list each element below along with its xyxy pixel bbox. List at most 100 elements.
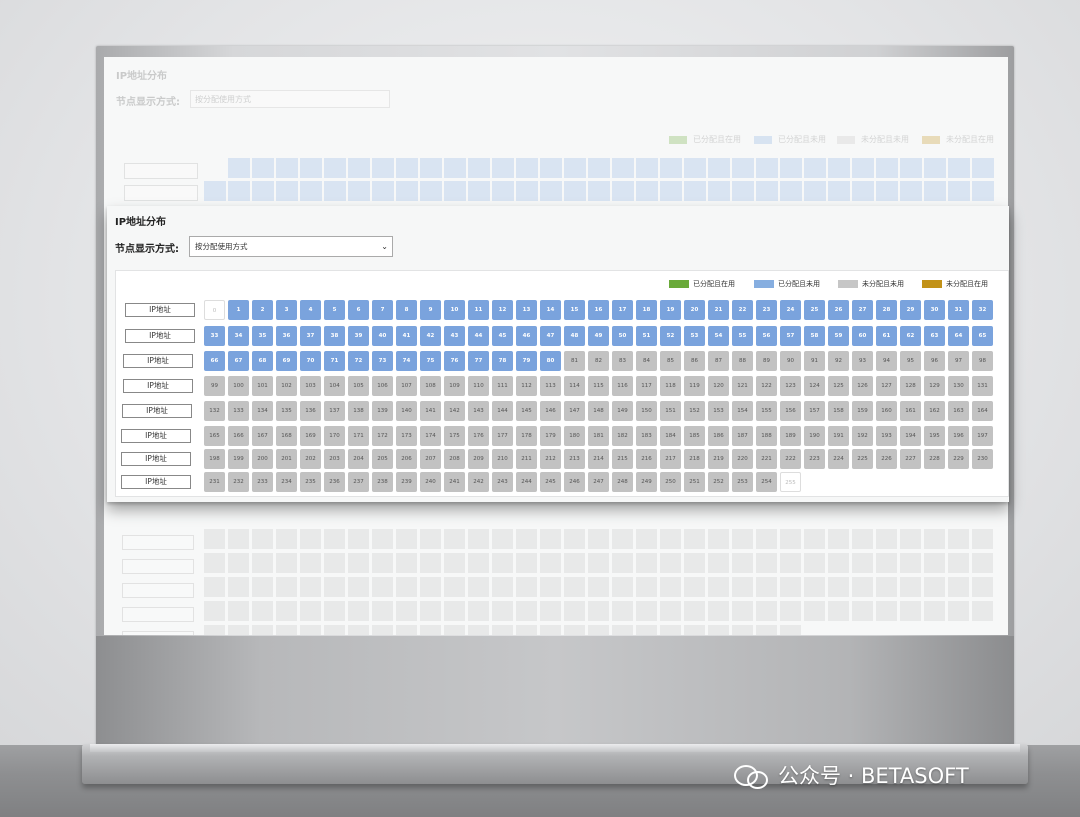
ip-cell[interactable]: 153 <box>708 401 729 421</box>
ip-cell[interactable]: 80 <box>540 351 561 371</box>
ip-cell[interactable]: 218 <box>684 449 705 469</box>
ip-cell[interactable]: 56 <box>756 326 777 346</box>
ip-cell[interactable]: 40 <box>372 326 393 346</box>
ip-cell[interactable]: 248 <box>612 472 633 492</box>
ip-cell[interactable]: 235 <box>300 472 321 492</box>
ip-cell[interactable]: 119 <box>684 376 705 396</box>
ip-cell[interactable]: 54 <box>708 326 729 346</box>
ip-cell[interactable]: 185 <box>684 426 705 446</box>
ip-cell[interactable]: 100 <box>228 376 249 396</box>
ip-cell[interactable]: 78 <box>492 351 513 371</box>
ip-cell[interactable]: 62 <box>900 326 921 346</box>
ip-cell[interactable]: 127 <box>876 376 897 396</box>
ip-cell[interactable]: 246 <box>564 472 585 492</box>
ip-cell[interactable]: 43 <box>444 326 465 346</box>
ip-cell[interactable]: 88 <box>732 351 753 371</box>
ip-cell[interactable]: 46 <box>516 326 537 346</box>
ip-cell[interactable]: 101 <box>252 376 273 396</box>
ip-cell[interactable]: 170 <box>324 426 345 446</box>
ip-cell[interactable]: 140 <box>396 401 417 421</box>
ip-cell[interactable]: 41 <box>396 326 417 346</box>
ip-cell[interactable]: 45 <box>492 326 513 346</box>
ip-cell[interactable]: 95 <box>900 351 921 371</box>
ip-cell[interactable]: 107 <box>396 376 417 396</box>
ip-cell[interactable]: 85 <box>660 351 681 371</box>
ip-cell[interactable]: 122 <box>756 376 777 396</box>
ip-cell[interactable]: 10 <box>444 300 465 320</box>
ip-cell[interactable]: 214 <box>588 449 609 469</box>
ip-cell[interactable]: 61 <box>876 326 897 346</box>
ip-cell[interactable]: 212 <box>540 449 561 469</box>
ip-cell[interactable]: 180 <box>564 426 585 446</box>
ip-cell[interactable]: 139 <box>372 401 393 421</box>
ip-cell[interactable]: 234 <box>276 472 297 492</box>
ip-cell[interactable]: 128 <box>900 376 921 396</box>
ip-cell[interactable]: 53 <box>684 326 705 346</box>
ip-cell[interactable]: 64 <box>948 326 969 346</box>
display-mode-select[interactable]: 按分配使用方式 ⌄ <box>189 236 393 257</box>
ip-cell[interactable]: 103 <box>300 376 321 396</box>
ip-cell[interactable]: 104 <box>324 376 345 396</box>
ip-cell[interactable]: 167 <box>252 426 273 446</box>
ip-cell[interactable]: 161 <box>900 401 921 421</box>
ip-cell[interactable]: 186 <box>708 426 729 446</box>
ip-cell[interactable]: 87 <box>708 351 729 371</box>
ip-cell[interactable]: 63 <box>924 326 945 346</box>
ip-cell[interactable]: 242 <box>468 472 489 492</box>
ip-cell[interactable]: 135 <box>276 401 297 421</box>
ip-cell[interactable]: 92 <box>828 351 849 371</box>
ip-cell[interactable]: 137 <box>324 401 345 421</box>
ip-cell[interactable]: 3 <box>276 300 297 320</box>
ip-cell[interactable]: 74 <box>396 351 417 371</box>
ip-cell[interactable]: 93 <box>852 351 873 371</box>
ip-cell[interactable]: 23 <box>756 300 777 320</box>
ip-cell[interactable]: 187 <box>732 426 753 446</box>
ip-cell[interactable]: 123 <box>780 376 801 396</box>
ip-cell[interactable]: 86 <box>684 351 705 371</box>
ip-cell[interactable]: 144 <box>492 401 513 421</box>
ip-cell[interactable]: 213 <box>564 449 585 469</box>
ip-cell[interactable]: 162 <box>924 401 945 421</box>
ip-cell[interactable]: 136 <box>300 401 321 421</box>
ip-cell[interactable]: 91 <box>804 351 825 371</box>
ip-cell[interactable]: 229 <box>948 449 969 469</box>
ip-cell[interactable]: 228 <box>924 449 945 469</box>
ip-cell[interactable]: 14 <box>540 300 561 320</box>
ip-cell[interactable]: 110 <box>468 376 489 396</box>
ip-cell[interactable]: 195 <box>924 426 945 446</box>
ip-cell[interactable]: 24 <box>780 300 801 320</box>
ip-cell[interactable]: 156 <box>780 401 801 421</box>
ip-cell[interactable]: 37 <box>300 326 321 346</box>
ip-cell[interactable]: 70 <box>300 351 321 371</box>
ip-cell[interactable]: 97 <box>948 351 969 371</box>
ip-cell[interactable]: 243 <box>492 472 513 492</box>
ip-cell[interactable]: 48 <box>564 326 585 346</box>
ip-cell[interactable]: 120 <box>708 376 729 396</box>
ip-cell[interactable]: 33 <box>204 326 225 346</box>
ip-cell[interactable]: 1 <box>228 300 249 320</box>
ip-cell[interactable]: 84 <box>636 351 657 371</box>
ip-cell[interactable]: 113 <box>540 376 561 396</box>
ip-cell[interactable]: 203 <box>324 449 345 469</box>
ip-cell[interactable]: 164 <box>972 401 993 421</box>
ip-cell[interactable]: 225 <box>852 449 873 469</box>
ip-cell[interactable]: 8 <box>396 300 417 320</box>
ip-cell[interactable]: 125 <box>828 376 849 396</box>
ip-cell[interactable]: 183 <box>636 426 657 446</box>
ip-cell[interactable]: 204 <box>348 449 369 469</box>
ip-cell[interactable]: 96 <box>924 351 945 371</box>
ip-cell[interactable]: 75 <box>420 351 441 371</box>
ip-cell[interactable]: 209 <box>468 449 489 469</box>
ip-cell[interactable]: 121 <box>732 376 753 396</box>
ip-cell[interactable]: 201 <box>276 449 297 469</box>
ip-cell[interactable]: 240 <box>420 472 441 492</box>
ip-cell[interactable]: 166 <box>228 426 249 446</box>
ip-cell[interactable]: 176 <box>468 426 489 446</box>
ip-cell[interactable]: 151 <box>660 401 681 421</box>
ip-cell[interactable]: 142 <box>444 401 465 421</box>
ip-cell[interactable]: 134 <box>252 401 273 421</box>
ip-cell[interactable]: 197 <box>972 426 993 446</box>
ip-cell[interactable]: 4 <box>300 300 321 320</box>
ip-cell[interactable]: 51 <box>636 326 657 346</box>
ip-cell[interactable]: 13 <box>516 300 537 320</box>
